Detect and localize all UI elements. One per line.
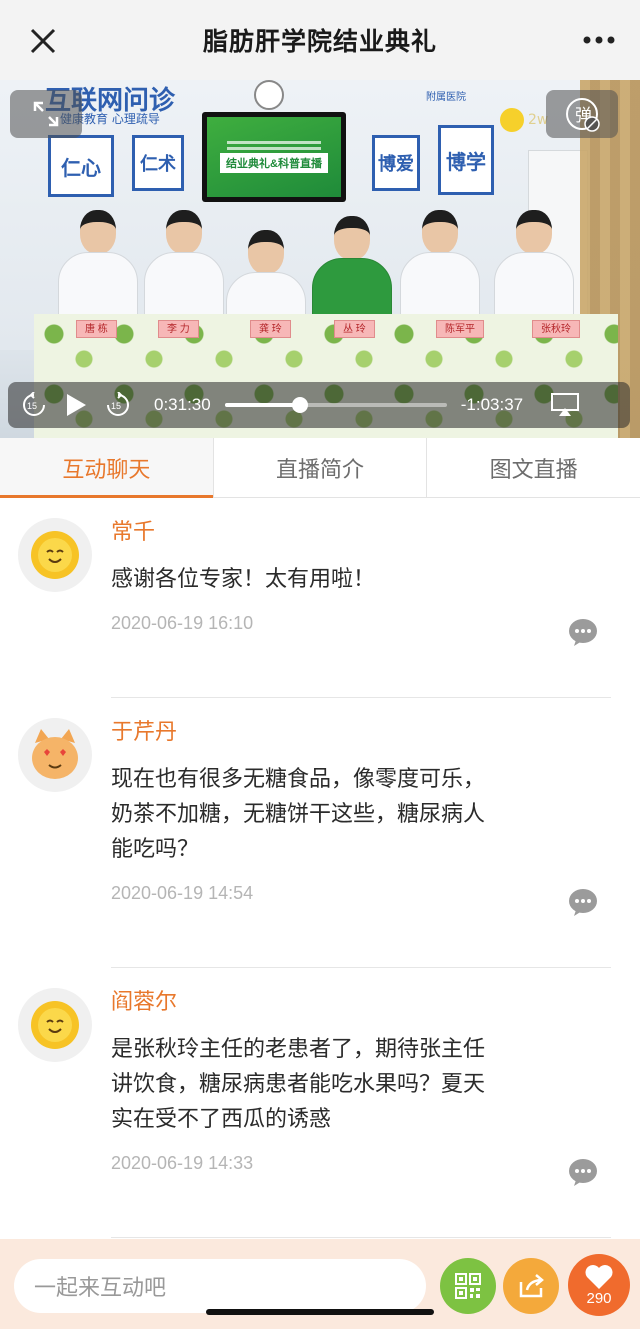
wall-sign: 博学 — [438, 125, 494, 195]
panelist — [400, 210, 480, 322]
like-button[interactable]: 290 — [568, 1254, 630, 1316]
rewind-label: 15 — [27, 401, 37, 411]
comment-text: 现在也有很多无糖食品，像零度可乐， 奶茶不加糖，无糖饼干这些，糖尿病人 能吃吗？ — [111, 762, 611, 867]
share-icon — [519, 1274, 544, 1298]
nameplate: 龚 玲 — [250, 320, 291, 338]
comment-author[interactable]: 于芹丹 — [111, 718, 611, 748]
play-button[interactable] — [62, 391, 90, 419]
tab-interactive-chat[interactable]: 互动聊天 — [0, 438, 214, 498]
comment-line: 讲饮食，糖尿病患者能吃水果吗？夏天 — [111, 1072, 486, 1097]
bottom-action-bar: 一起来互动吧 290 — [0, 1239, 640, 1329]
comment-timestamp: 2020-06-19 14:54 — [111, 883, 254, 903]
heart-icon — [585, 1265, 613, 1289]
tab-bar: 互动聊天 直播简介 图文直播 — [0, 438, 640, 498]
sun-face-avatar-icon — [31, 531, 79, 579]
chat-input[interactable]: 一起来互动吧 — [14, 1259, 426, 1313]
like-count: 290 — [586, 1290, 612, 1307]
nameplate: 唐 栋 — [76, 320, 117, 338]
home-indicator — [206, 1309, 434, 1315]
close-icon[interactable] — [26, 24, 60, 58]
playback-controls: 15 15 0:31:30 -1:03:37 — [8, 382, 630, 428]
panelist — [494, 210, 574, 322]
comment-list: 常千 感谢各位专家！太有用啦！ 2020-06-19 16:10 于芹丹 现在也… — [0, 498, 640, 1238]
forward-label: 15 — [111, 401, 121, 411]
tv-title: 结业典礼&科普直播 — [220, 153, 328, 173]
tab-graphic-live[interactable]: 图文直播 — [427, 438, 640, 497]
panelist — [144, 210, 224, 322]
comment-line: 实在受不了西瓜的诱惑 — [111, 1107, 332, 1132]
reply-bubble-icon[interactable] — [568, 1158, 598, 1186]
nav-bar: 脂肪肝学院结业典礼 — [0, 0, 640, 80]
comment-item: 常千 感谢各位专家！太有用啦！ 2020-06-19 16:10 — [0, 498, 640, 698]
more-dots-icon[interactable] — [582, 28, 616, 52]
panelist — [312, 216, 392, 328]
comment-author[interactable]: 阎蓉尔 — [111, 988, 611, 1018]
tab-live-intro[interactable]: 直播简介 — [214, 438, 428, 497]
expand-icon — [33, 101, 59, 127]
cat-face-avatar-icon — [32, 729, 78, 779]
current-time: 0:31:30 — [154, 395, 211, 414]
avatar — [18, 718, 92, 792]
comment-line: 现在也有很多无糖食品，像零度可乐， — [111, 767, 486, 792]
comment-text: 是张秋玲主任的老患者了，期待张主任 讲饮食，糖尿病患者能吃水果吗？夏天 实在受不… — [111, 1032, 611, 1137]
avatar — [18, 988, 92, 1062]
panelist — [58, 210, 138, 322]
viewer-icon — [500, 108, 524, 132]
comment-timestamp: 2020-06-19 16:10 — [111, 613, 254, 633]
nameplate: 李 力 — [158, 320, 199, 338]
page-title: 脂肪肝学院结业典礼 — [202, 27, 437, 56]
hospital-sign: 附属医院 — [426, 92, 466, 103]
play-icon — [67, 394, 86, 416]
forward-icon: 15 — [107, 392, 129, 416]
comment-line: 奶茶不加糖，无糖饼干这些，糖尿病人 — [111, 802, 486, 827]
comment-text: 感谢各位专家！太有用啦！ — [111, 562, 611, 597]
viewer-count: 2w — [500, 108, 548, 132]
seek-bar-fill — [224, 403, 301, 407]
nameplate: 丛 玲 — [334, 320, 375, 338]
danmaku-off-icon: 弹 — [566, 98, 600, 132]
seek-bar[interactable] — [224, 397, 447, 413]
tv-screen: 结业典礼&科普直播 — [202, 112, 346, 202]
qr-code-icon — [455, 1273, 481, 1299]
seek-handle[interactable] — [292, 397, 309, 413]
share-button[interactable] — [503, 1258, 559, 1314]
reply-bubble-icon[interactable] — [568, 618, 598, 646]
nameplate: 张秋玲 — [532, 320, 580, 338]
danmaku-toggle-button[interactable]: 弹 — [546, 90, 618, 138]
wall-clock — [254, 80, 284, 110]
reply-bubble-icon[interactable] — [568, 888, 598, 916]
rewind-icon: 15 — [23, 392, 45, 416]
comment-line: 是张秋玲主任的老患者了，期待张主任 — [111, 1037, 486, 1062]
forward-15-button[interactable]: 15 — [104, 391, 132, 419]
qr-code-button[interactable] — [440, 1258, 496, 1314]
airplay-icon — [551, 393, 580, 416]
wall-sign: 博爱 — [372, 135, 420, 191]
comment-timestamp: 2020-06-19 14:33 — [111, 1153, 254, 1173]
comment-item: 于芹丹 现在也有很多无糖食品，像零度可乐， 奶茶不加糖，无糖饼干这些，糖尿病人 … — [0, 698, 640, 968]
avatar — [18, 518, 92, 592]
fullscreen-button[interactable] — [10, 90, 82, 138]
airplay-button[interactable] — [551, 391, 580, 419]
wall-sign: 仁心 — [48, 135, 114, 197]
rewind-15-button[interactable]: 15 — [20, 391, 48, 419]
comment-author[interactable]: 常千 — [111, 518, 611, 548]
sun-face-avatar-icon — [31, 1001, 79, 1049]
comment-item: 阎蓉尔 是张秋玲主任的老患者了，期待张主任 讲饮食，糖尿病患者能吃水果吗？夏天 … — [0, 968, 640, 1238]
nameplate: 陈军平 — [436, 320, 484, 338]
video-player[interactable]: 互联网问诊 健康教育 心理疏导 附属医院 仁心 仁术 博爱 博学 结业典礼&科普… — [0, 80, 640, 438]
remaining-time: -1:03:37 — [460, 395, 524, 414]
comment-line: 能吃吗？ — [111, 837, 200, 862]
comment-line: 感谢各位专家！太有用啦！ — [111, 567, 376, 592]
wall-sign: 仁术 — [132, 135, 184, 191]
